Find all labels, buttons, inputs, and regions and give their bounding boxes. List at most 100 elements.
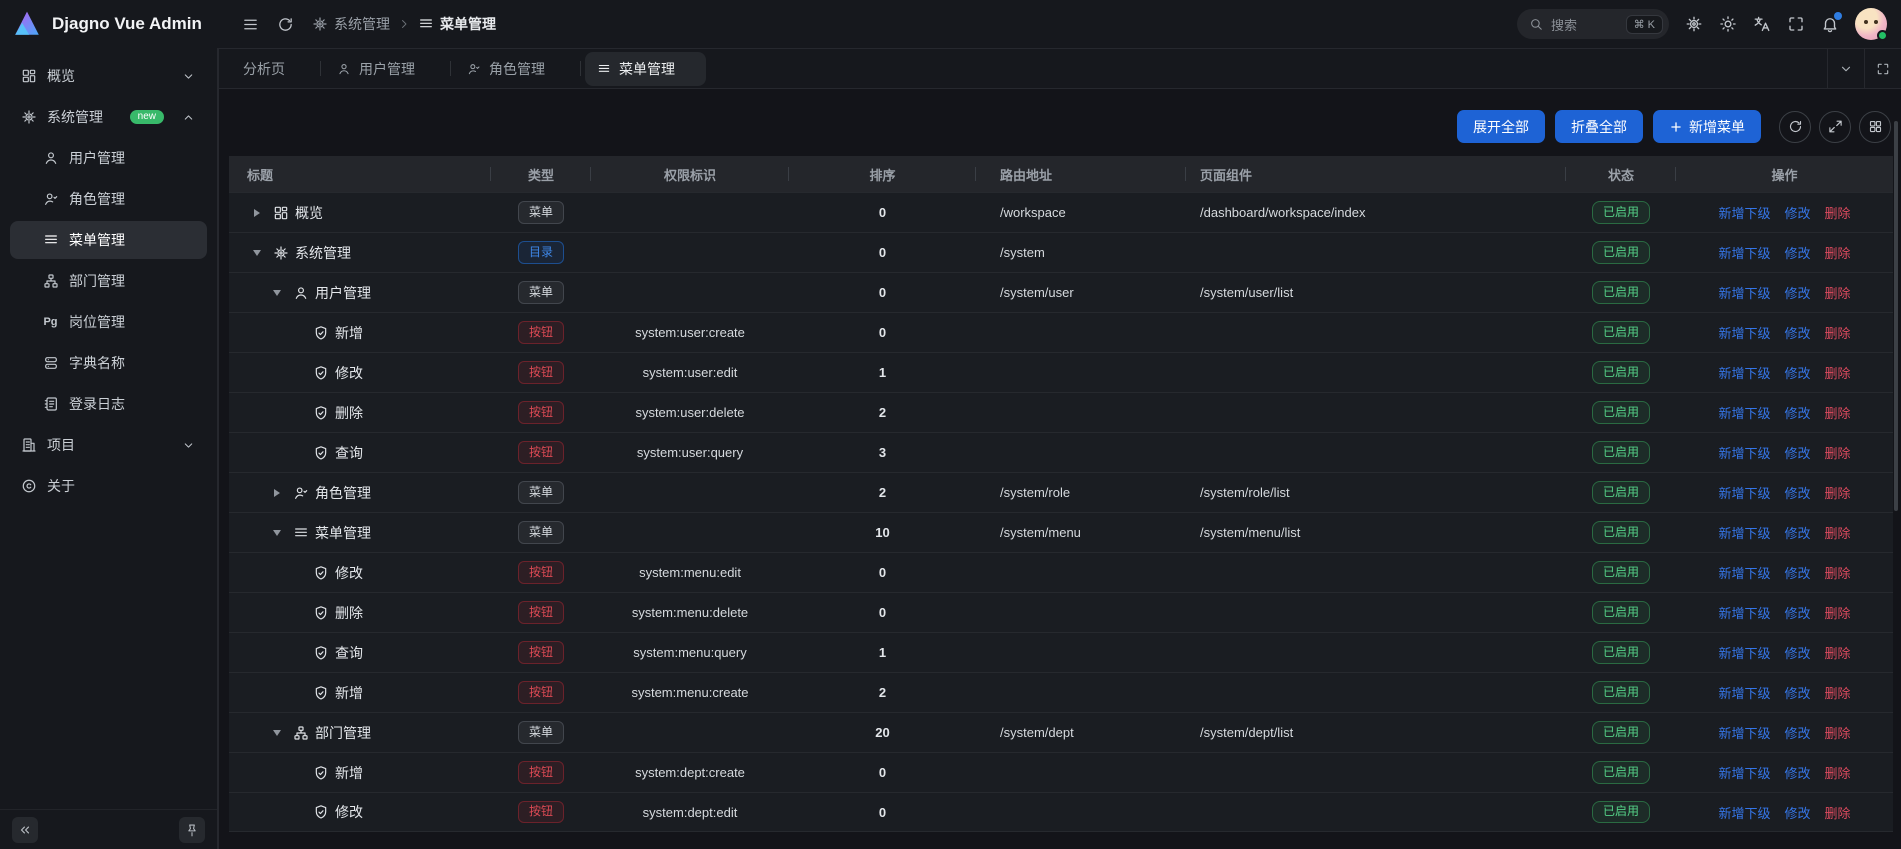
- delete-link[interactable]: 删除: [1825, 523, 1851, 542]
- sidebar-item-user[interactable]: 用户管理: [10, 139, 207, 177]
- sidebar-item-about[interactable]: 关于: [10, 467, 207, 505]
- content-maximize-button[interactable]: [1864, 49, 1901, 88]
- edit-link[interactable]: 修改: [1784, 363, 1810, 382]
- edit-link[interactable]: 修改: [1784, 323, 1810, 342]
- row-expander-icon[interactable]: [267, 289, 287, 297]
- row-status-cell: 已启用: [1566, 441, 1676, 464]
- add-child-link[interactable]: 新增下级: [1718, 683, 1770, 702]
- column-settings-button[interactable]: [1859, 111, 1891, 143]
- add-child-link[interactable]: 新增下级: [1718, 723, 1770, 742]
- row-status-cell: 已启用: [1566, 241, 1676, 264]
- add-child-link[interactable]: 新增下级: [1718, 283, 1770, 302]
- delete-link[interactable]: 删除: [1825, 363, 1851, 382]
- delete-link[interactable]: 删除: [1825, 283, 1851, 302]
- reload-table-button[interactable]: [1779, 111, 1811, 143]
- vertical-scrollbar[interactable]: [1894, 121, 1898, 511]
- edit-link[interactable]: 修改: [1784, 723, 1810, 742]
- sidebar-item-role[interactable]: 角色管理: [10, 180, 207, 218]
- fullscreen-icon[interactable]: [1787, 15, 1805, 33]
- add-child-link[interactable]: 新增下级: [1718, 603, 1770, 622]
- expand-all-button[interactable]: 展开全部: [1457, 110, 1545, 143]
- edit-link[interactable]: 修改: [1784, 683, 1810, 702]
- delete-link[interactable]: 删除: [1825, 203, 1851, 222]
- table-header-row: 标题类型权限标识排序路由地址页面组件状态操作: [229, 156, 1893, 192]
- theme-sun-icon[interactable]: [1719, 15, 1737, 33]
- sidebar-item-menu[interactable]: 菜单管理: [10, 221, 207, 259]
- row-expander-icon[interactable]: [267, 529, 287, 537]
- tabs-dropdown-button[interactable]: [1827, 49, 1864, 88]
- add-child-link[interactable]: 新增下级: [1718, 483, 1770, 502]
- row-expander-icon[interactable]: [247, 249, 267, 257]
- close-tab-icon[interactable]: [553, 63, 564, 74]
- close-tab-icon[interactable]: [683, 63, 694, 74]
- sidebar-item-system[interactable]: 系统管理new: [10, 98, 207, 136]
- notification-bell-icon[interactable]: [1821, 15, 1839, 33]
- delete-link[interactable]: 删除: [1825, 483, 1851, 502]
- row-expander-icon[interactable]: [267, 489, 287, 497]
- add-child-link[interactable]: 新增下级: [1718, 203, 1770, 222]
- delete-link[interactable]: 删除: [1825, 723, 1851, 742]
- edit-link[interactable]: 修改: [1784, 763, 1810, 782]
- type-badge: 按钮: [518, 401, 564, 424]
- edit-link[interactable]: 修改: [1784, 203, 1810, 222]
- row-sort-cell: 0: [789, 565, 976, 580]
- row-expander-icon[interactable]: [267, 729, 287, 737]
- tab-menu[interactable]: 菜单管理: [585, 52, 706, 86]
- delete-link[interactable]: 删除: [1825, 323, 1851, 342]
- add-child-link[interactable]: 新增下级: [1718, 363, 1770, 382]
- add-child-link[interactable]: 新增下级: [1718, 443, 1770, 462]
- user-avatar[interactable]: [1855, 8, 1887, 40]
- language-translate-icon[interactable]: [1753, 15, 1771, 33]
- table-fullscreen-button[interactable]: [1819, 111, 1851, 143]
- edit-link[interactable]: 修改: [1784, 603, 1810, 622]
- row-expander-icon[interactable]: [247, 209, 267, 217]
- add-child-link[interactable]: 新增下级: [1718, 763, 1770, 782]
- sidebar-item-dept[interactable]: 部门管理: [10, 262, 207, 300]
- add-child-link[interactable]: 新增下级: [1718, 403, 1770, 422]
- close-tab-icon[interactable]: [423, 63, 434, 74]
- close-tab-icon[interactable]: [293, 63, 304, 74]
- delete-link[interactable]: 删除: [1825, 763, 1851, 782]
- edit-link[interactable]: 修改: [1784, 403, 1810, 422]
- sidebar-item-project[interactable]: 项目: [10, 426, 207, 464]
- edit-link[interactable]: 修改: [1784, 523, 1810, 542]
- pin-sidebar-button[interactable]: [179, 817, 205, 843]
- delete-link[interactable]: 删除: [1825, 643, 1851, 662]
- tab-role[interactable]: 角色管理: [455, 52, 576, 86]
- sidebar-item-overview[interactable]: 概览: [10, 57, 207, 95]
- add-child-link[interactable]: 新增下级: [1718, 523, 1770, 542]
- delete-link[interactable]: 删除: [1825, 603, 1851, 622]
- delete-link[interactable]: 删除: [1825, 403, 1851, 422]
- sidebar-item-post[interactable]: Pg岗位管理: [10, 303, 207, 341]
- edit-link[interactable]: 修改: [1784, 563, 1810, 582]
- settings-gear-icon[interactable]: [1685, 15, 1703, 33]
- collapse-all-button[interactable]: 折叠全部: [1555, 110, 1643, 143]
- edit-link[interactable]: 修改: [1784, 443, 1810, 462]
- add-child-link[interactable]: 新增下级: [1718, 243, 1770, 262]
- row-actions-cell: 新增下级修改删除: [1676, 403, 1893, 422]
- add-child-link[interactable]: 新增下级: [1718, 643, 1770, 662]
- sidebar-item-log[interactable]: 登录日志: [10, 385, 207, 423]
- delete-link[interactable]: 删除: [1825, 803, 1851, 822]
- edit-link[interactable]: 修改: [1784, 803, 1810, 822]
- add-child-link[interactable]: 新增下级: [1718, 563, 1770, 582]
- add-menu-button[interactable]: 新增菜单: [1653, 110, 1761, 143]
- edit-link[interactable]: 修改: [1784, 643, 1810, 662]
- sidebar-toggle-icon[interactable]: [242, 16, 259, 33]
- global-search[interactable]: 搜索 ⌘ K: [1517, 9, 1669, 39]
- add-child-link[interactable]: 新增下级: [1718, 803, 1770, 822]
- delete-link[interactable]: 删除: [1825, 243, 1851, 262]
- tab-user[interactable]: 用户管理: [325, 52, 446, 86]
- tab-analysis[interactable]: 分析页: [231, 52, 316, 86]
- sidebar-item-dict[interactable]: 字典名称: [10, 344, 207, 382]
- delete-link[interactable]: 删除: [1825, 563, 1851, 582]
- delete-link[interactable]: 删除: [1825, 443, 1851, 462]
- collapse-sidebar-button[interactable]: [12, 817, 38, 843]
- edit-link[interactable]: 修改: [1784, 283, 1810, 302]
- breadcrumb-item[interactable]: 系统管理: [312, 14, 390, 34]
- delete-link[interactable]: 删除: [1825, 683, 1851, 702]
- edit-link[interactable]: 修改: [1784, 243, 1810, 262]
- refresh-page-icon[interactable]: [277, 16, 294, 33]
- add-child-link[interactable]: 新增下级: [1718, 323, 1770, 342]
- edit-link[interactable]: 修改: [1784, 483, 1810, 502]
